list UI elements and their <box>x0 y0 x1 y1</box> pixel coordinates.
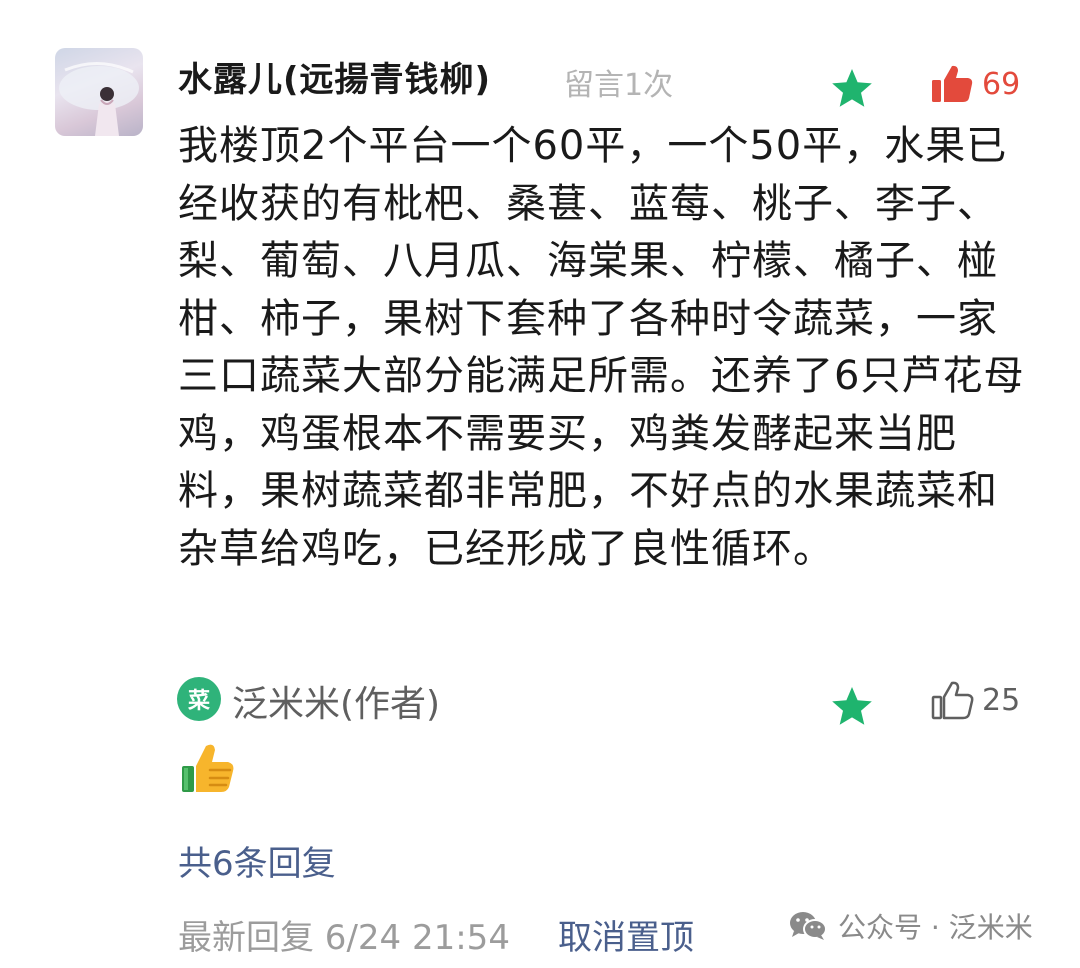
latest-reply-time: 最新回复 6/24 21:54 <box>178 918 510 958</box>
comment-like-count: 69 <box>982 66 1021 102</box>
reply-like-button[interactable]: 25 <box>930 678 1020 722</box>
comment-like-button[interactable]: 69 <box>930 62 1020 106</box>
thumbs-up-outline-icon <box>931 681 974 720</box>
unpin-button[interactable]: 取消置顶 <box>558 910 694 959</box>
comment-count-note: 留言1次 <box>564 68 674 103</box>
featured-star-icon[interactable] <box>830 66 874 110</box>
reply-like-count: 25 <box>982 682 1021 718</box>
watermark: 公众号 · 泛米米 <box>788 906 1033 946</box>
reply-author-name[interactable]: 泛米米(作者) <box>232 675 440 727</box>
author-avatar[interactable]: 菜 <box>177 677 221 721</box>
avatar-image <box>59 61 139 136</box>
thumbs-up-filled-icon <box>932 65 973 102</box>
wechat-icon <box>790 912 827 940</box>
commenter-avatar[interactable] <box>55 48 143 136</box>
thumbs-up-emoji <box>182 744 234 792</box>
reply-featured-star-icon[interactable] <box>830 684 874 728</box>
watermark-text: 公众号 · 泛米米 <box>838 911 1033 944</box>
comment-text: 我楼顶2个平台一个60平，一个50平，水果已经收获的有枇杷、桑葚、蓝莓、桃子、李… <box>178 123 1025 572</box>
view-all-replies-link[interactable]: 共6条回复 <box>178 836 336 885</box>
commenter-nickname[interactable]: 水露儿(远揚青钱柳) <box>178 52 491 101</box>
